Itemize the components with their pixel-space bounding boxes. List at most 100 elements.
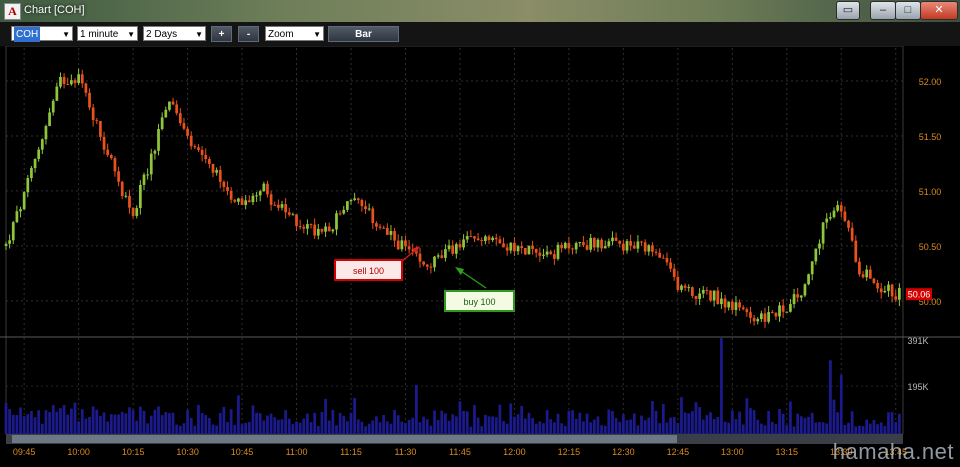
symbol-value: COH	[14, 27, 41, 42]
candle-body	[149, 153, 153, 175]
zoom-select[interactable]: Zoom ▼	[265, 26, 324, 41]
volume-bar	[37, 410, 41, 434]
candle-body	[4, 243, 8, 246]
candle-body	[898, 288, 901, 300]
volume-bar	[720, 338, 723, 434]
volume-bar	[465, 411, 469, 434]
candle-body	[578, 242, 582, 244]
zoom-in-button[interactable]: +	[211, 26, 232, 42]
volume-bar	[640, 415, 643, 434]
range-select[interactable]: 2 Days ▼	[143, 26, 206, 41]
candle-body	[556, 244, 560, 259]
candle-body	[676, 276, 680, 290]
volume-bar	[872, 420, 876, 434]
volume-bar	[643, 420, 647, 434]
candle-body	[422, 261, 425, 265]
candle-body	[473, 236, 476, 239]
volume-bar	[607, 409, 611, 434]
candle-body	[298, 226, 302, 228]
candle-body	[284, 204, 287, 213]
volume-bar	[712, 419, 716, 434]
candle-body	[106, 149, 110, 156]
candle-body	[353, 198, 356, 201]
volume-bar	[611, 411, 614, 434]
candle-body	[672, 268, 676, 277]
volume-bar	[603, 425, 607, 434]
candle-body	[393, 231, 396, 241]
interval-select[interactable]: 1 minute ▼	[77, 26, 138, 41]
candle-body	[375, 223, 378, 227]
volume-bar	[654, 410, 658, 434]
candle-body	[171, 101, 175, 105]
candle-body	[491, 237, 494, 241]
volume-bar	[26, 414, 30, 434]
volume-bar	[520, 405, 524, 434]
volume-bar	[418, 422, 422, 434]
volume-bar	[411, 417, 415, 434]
volume-bar	[760, 423, 763, 434]
volume-bar	[898, 413, 901, 434]
volume-bar	[585, 413, 589, 434]
buy-position-label[interactable]: buy 100	[444, 290, 515, 312]
symbol-select[interactable]: COH ▼	[11, 26, 73, 42]
volume-bar	[781, 413, 785, 434]
candle-body	[476, 238, 480, 241]
candle-body	[749, 312, 752, 318]
candle-body	[872, 278, 876, 283]
chart-style-button[interactable]: Bar	[328, 26, 399, 42]
candle-body	[291, 214, 295, 216]
candle-body	[200, 149, 204, 156]
candle-body	[458, 244, 462, 248]
candle-body	[854, 240, 858, 262]
volume-bar	[208, 418, 211, 434]
volume-bar	[462, 410, 465, 434]
volume-bar	[66, 414, 70, 434]
candle-body	[102, 136, 106, 150]
candle-body	[538, 252, 542, 256]
zoom-out-button[interactable]: -	[238, 26, 259, 42]
candle-body	[770, 312, 774, 314]
candle-body	[542, 254, 545, 256]
volume-bar	[738, 411, 741, 434]
candle-body	[113, 158, 117, 172]
candle-body	[480, 240, 484, 242]
volume-bar	[4, 402, 8, 434]
volume-bar	[291, 424, 295, 434]
volume-bar	[843, 425, 847, 434]
sell-position-label[interactable]: sell 100	[334, 259, 403, 281]
volume-bar	[691, 411, 694, 434]
volume-bar	[458, 401, 462, 434]
candle-body	[40, 139, 44, 150]
volume-bar	[698, 407, 701, 434]
candle-body	[796, 294, 800, 298]
candle-body	[509, 242, 513, 251]
volume-bar	[11, 414, 15, 434]
volume-bar	[574, 418, 578, 434]
volume-bar	[99, 415, 102, 434]
candle-body	[785, 311, 789, 313]
time-tick-label: 13:15	[776, 447, 799, 457]
candle-body	[407, 246, 411, 250]
candle-body	[157, 129, 160, 151]
volume-bar	[618, 421, 622, 434]
price-chart[interactable]: 52.0051.5051.0050.5050.0009:45 10:00 10:15…	[0, 46, 960, 467]
volume-bar	[280, 419, 284, 434]
last-price-label: 50.06	[908, 290, 931, 300]
candle-body	[120, 181, 124, 196]
volume-bar	[687, 413, 691, 434]
candle-body	[309, 224, 313, 226]
close-button[interactable]: ✕	[920, 1, 958, 20]
candle-body	[164, 109, 168, 118]
detach-window-button[interactable]: ▭	[836, 1, 860, 20]
candle-body	[803, 284, 807, 296]
volume-bar	[80, 409, 84, 434]
candle-body	[70, 80, 73, 85]
candle-body	[567, 242, 571, 249]
candle-body	[255, 195, 258, 197]
candle-body	[589, 237, 593, 250]
candle-body	[385, 227, 389, 235]
candle-body	[694, 295, 698, 299]
maximize-button[interactable]: □	[895, 1, 921, 20]
minimize-button[interactable]: –	[870, 1, 896, 20]
candle-body	[876, 282, 879, 289]
